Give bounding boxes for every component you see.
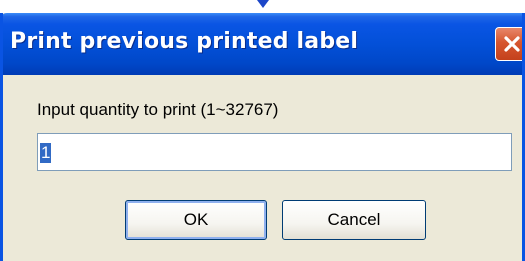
quantity-input[interactable]: 1 xyxy=(37,133,512,171)
ok-button[interactable]: OK xyxy=(125,200,267,240)
quantity-prompt-label: Input quantity to print (1~32767) xyxy=(37,100,279,119)
print-dialog: Print previous printed label Input quant… xyxy=(0,13,525,261)
quantity-value-selected: 1 xyxy=(40,143,52,163)
arrow-down-icon xyxy=(257,0,269,8)
cancel-button[interactable]: Cancel xyxy=(282,200,426,240)
title-bar[interactable]: Print previous printed label xyxy=(3,13,522,75)
close-button[interactable] xyxy=(495,27,522,61)
screen: Print previous printed label Input quant… xyxy=(0,0,525,261)
window-title: Print previous printed label xyxy=(10,29,359,54)
